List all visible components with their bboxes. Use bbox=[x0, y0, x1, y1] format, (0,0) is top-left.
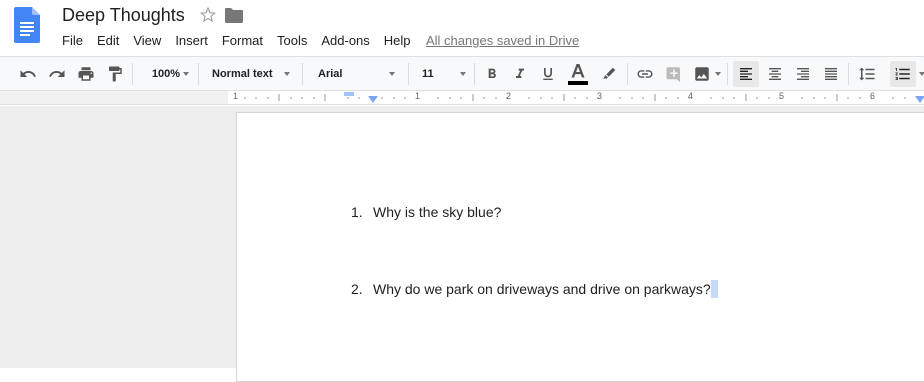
insert-link-button[interactable] bbox=[633, 57, 657, 91]
style-dropdown-icon bbox=[284, 72, 290, 76]
redo-icon bbox=[49, 70, 65, 77]
toolbar-divider bbox=[132, 63, 133, 85]
ruler-number: 2 bbox=[506, 91, 512, 101]
align-center-icon bbox=[769, 68, 781, 80]
justify-icon bbox=[825, 68, 837, 80]
zoom-dropdown-icon bbox=[183, 72, 189, 76]
document-page[interactable]: 1. Why is the sky blue? 2. Why do we park … bbox=[236, 112, 924, 382]
ruler[interactable]: 1 1 2 3 4 5 6 bbox=[228, 91, 924, 104]
link-icon bbox=[637, 70, 653, 78]
font-value: Arial bbox=[318, 68, 343, 80]
list-text: Why do we park on driveways and drive on… bbox=[373, 281, 711, 297]
underline-button[interactable] bbox=[537, 57, 559, 91]
ruler-number: 5 bbox=[779, 91, 785, 101]
align-right-button[interactable] bbox=[791, 57, 815, 91]
toolbar-divider bbox=[848, 63, 849, 85]
image-icon bbox=[695, 67, 709, 81]
ruler-number: 3 bbox=[597, 91, 603, 101]
save-status-link[interactable]: All changes saved in Drive bbox=[426, 33, 579, 48]
list-item[interactable]: 2. Why do we park on driveways and drive … bbox=[351, 280, 718, 298]
paint-format-button[interactable] bbox=[103, 57, 127, 91]
undo-button[interactable] bbox=[16, 57, 40, 91]
first-line-indent-icon[interactable] bbox=[344, 92, 354, 97]
justify-button[interactable] bbox=[819, 57, 843, 91]
paragraph-style-select[interactable]: Normal text bbox=[204, 57, 284, 91]
font-select[interactable]: Arial bbox=[308, 57, 398, 91]
header: Deep Thoughts File Edit View Insert Form… bbox=[0, 0, 924, 56]
bold-icon bbox=[488, 68, 496, 78]
font-dropdown-icon bbox=[389, 72, 395, 76]
toolbar-divider bbox=[408, 63, 409, 85]
docs-logo-icon[interactable] bbox=[14, 7, 40, 43]
print-icon bbox=[78, 67, 94, 81]
toolbar-divider bbox=[302, 63, 303, 85]
list-text: Why is the sky blue? bbox=[373, 204, 502, 220]
line-spacing-button[interactable] bbox=[855, 57, 879, 91]
toolbar-divider bbox=[627, 63, 628, 85]
numbered-list-icon bbox=[895, 68, 910, 80]
document-canvas: 1. Why is the sky blue? 2. Why do we park … bbox=[0, 106, 924, 382]
highlight-icon bbox=[603, 67, 616, 79]
italic-button[interactable] bbox=[509, 57, 531, 91]
align-left-icon bbox=[740, 68, 752, 80]
star-icon[interactable] bbox=[199, 6, 217, 24]
numbered-list-button[interactable] bbox=[890, 61, 916, 87]
list-number: 1. bbox=[351, 204, 363, 220]
text-color-icon bbox=[568, 64, 588, 85]
ruler-bar: 1 1 2 3 4 5 6 bbox=[0, 91, 924, 105]
font-size-value: 11 bbox=[422, 68, 434, 80]
align-center-button[interactable] bbox=[763, 57, 787, 91]
left-indent-icon[interactable] bbox=[368, 96, 378, 103]
ruler-ticks bbox=[244, 94, 906, 101]
menu-addons[interactable]: Add-ons bbox=[321, 33, 369, 48]
folder-icon[interactable] bbox=[225, 8, 243, 23]
add-comment-icon bbox=[666, 67, 680, 83]
menu-help[interactable]: Help bbox=[384, 33, 411, 48]
list-item[interactable]: 1. Why is the sky blue? bbox=[351, 204, 501, 220]
paint-format-icon bbox=[109, 66, 122, 82]
right-indent-icon[interactable] bbox=[915, 96, 924, 103]
text-color-button[interactable] bbox=[565, 57, 591, 91]
toolbar-divider bbox=[474, 63, 475, 85]
underline-icon bbox=[543, 68, 553, 80]
undo-icon bbox=[20, 70, 36, 77]
insert-comment-button[interactable] bbox=[662, 57, 686, 91]
menu-file[interactable]: File bbox=[62, 33, 83, 48]
menu-edit[interactable]: Edit bbox=[97, 33, 119, 48]
paragraph-style-value: Normal text bbox=[212, 68, 273, 80]
redo-button[interactable] bbox=[45, 57, 69, 91]
ruler-number: 4 bbox=[688, 91, 694, 101]
print-button[interactable] bbox=[74, 57, 98, 91]
line-spacing-icon bbox=[859, 67, 875, 81]
font-size-select[interactable]: 11 bbox=[414, 57, 464, 91]
menu-view[interactable]: View bbox=[133, 33, 161, 48]
ruler-number: 1 bbox=[233, 91, 239, 101]
image-dropdown-icon bbox=[715, 72, 721, 76]
menu-format[interactable]: Format bbox=[222, 33, 263, 48]
italic-icon bbox=[516, 68, 524, 78]
document-title[interactable]: Deep Thoughts bbox=[62, 5, 185, 26]
ruler-number: 1 bbox=[415, 91, 421, 101]
zoom-value: 100% bbox=[151, 68, 181, 80]
toolbar-divider bbox=[198, 63, 199, 85]
toolbar-divider bbox=[727, 63, 728, 85]
menu-insert[interactable]: Insert bbox=[175, 33, 208, 48]
menu-bar: File Edit View Insert Format Tools Add-o… bbox=[62, 33, 425, 48]
insert-image-button[interactable] bbox=[690, 57, 714, 91]
ruler-number: 6 bbox=[870, 91, 876, 101]
highlight-color-button[interactable] bbox=[597, 57, 621, 91]
text-cursor-selection bbox=[710, 280, 718, 298]
align-right-icon bbox=[797, 68, 809, 80]
list-dropdown-icon bbox=[919, 72, 924, 76]
list-number: 2. bbox=[351, 281, 363, 297]
menu-tools[interactable]: Tools bbox=[277, 33, 307, 48]
align-left-button[interactable] bbox=[733, 61, 759, 87]
toolbar: 100% Normal text Arial 11 bbox=[0, 56, 924, 91]
bold-button[interactable] bbox=[481, 57, 503, 91]
font-size-dropdown-icon bbox=[460, 72, 466, 76]
